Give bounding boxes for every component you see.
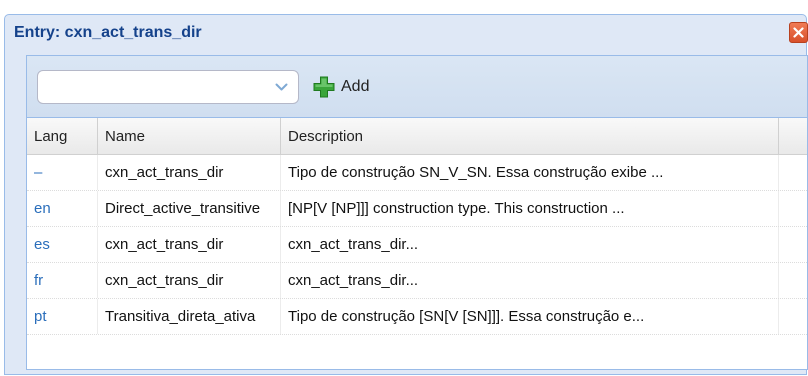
add-button[interactable]: Add — [309, 70, 373, 104]
chevron-down-icon[interactable] — [275, 83, 288, 92]
close-icon — [793, 27, 804, 38]
cell-name: cxn_act_trans_dir — [98, 227, 281, 262]
cell-lang[interactable]: es — [27, 227, 98, 262]
cell-lang[interactable]: en — [27, 191, 98, 226]
cell-filler — [779, 155, 807, 190]
cell-description: cxn_act_trans_dir... — [281, 263, 779, 298]
cell-description: cxn_act_trans_dir... — [281, 227, 779, 262]
cell-name: cxn_act_trans_dir — [98, 155, 281, 190]
cell-filler — [779, 263, 807, 298]
cell-filler — [779, 299, 807, 334]
cell-lang[interactable]: pt — [27, 299, 98, 334]
toolbar: Add — [27, 56, 807, 118]
cell-lang[interactable]: – — [27, 155, 98, 190]
table-row[interactable]: pt Transitiva_direta_ativa Tipo de const… — [27, 299, 807, 335]
table-row[interactable]: en Direct_active_transitive [NP[V [NP]]]… — [27, 191, 807, 227]
cell-description: [NP[V [NP]]] construction type. This con… — [281, 191, 779, 226]
cell-description: Tipo de construção [SN[V [SN]]]. Essa co… — [281, 299, 779, 334]
grid-header: Lang Name Description — [27, 118, 807, 155]
add-button-label: Add — [341, 78, 370, 95]
table-row[interactable]: es cxn_act_trans_dir cxn_act_trans_dir..… — [27, 227, 807, 263]
plus-icon — [313, 76, 335, 98]
cell-filler — [779, 227, 807, 262]
table-row[interactable]: fr cxn_act_trans_dir cxn_act_trans_dir..… — [27, 263, 807, 299]
dialog-titlebar[interactable]: Entry: cxn_act_trans_dir — [5, 15, 808, 47]
cell-description: Tipo de construção SN_V_SN. Essa constru… — [281, 155, 779, 190]
column-header-name[interactable]: Name — [98, 118, 281, 154]
entry-dialog: Entry: cxn_act_trans_dir Add Lang Name D… — [4, 14, 808, 375]
cell-filler — [779, 191, 807, 226]
column-header-description[interactable]: Description — [281, 118, 779, 154]
cell-name: Direct_active_transitive — [98, 191, 281, 226]
translations-grid: Lang Name Description – cxn_act_trans_di… — [27, 118, 807, 335]
cell-name: cxn_act_trans_dir — [98, 263, 281, 298]
dialog-title: Entry: cxn_act_trans_dir — [14, 24, 202, 41]
close-button[interactable] — [789, 22, 808, 43]
column-header-filler — [779, 118, 807, 154]
language-select[interactable] — [37, 70, 299, 104]
column-header-lang[interactable]: Lang — [27, 118, 98, 154]
table-row[interactable]: – cxn_act_trans_dir Tipo de construção S… — [27, 155, 807, 191]
translations-panel: Add Lang Name Description – cxn_act_tran… — [26, 55, 808, 370]
cell-lang[interactable]: fr — [27, 263, 98, 298]
cell-name: Transitiva_direta_ativa — [98, 299, 281, 334]
